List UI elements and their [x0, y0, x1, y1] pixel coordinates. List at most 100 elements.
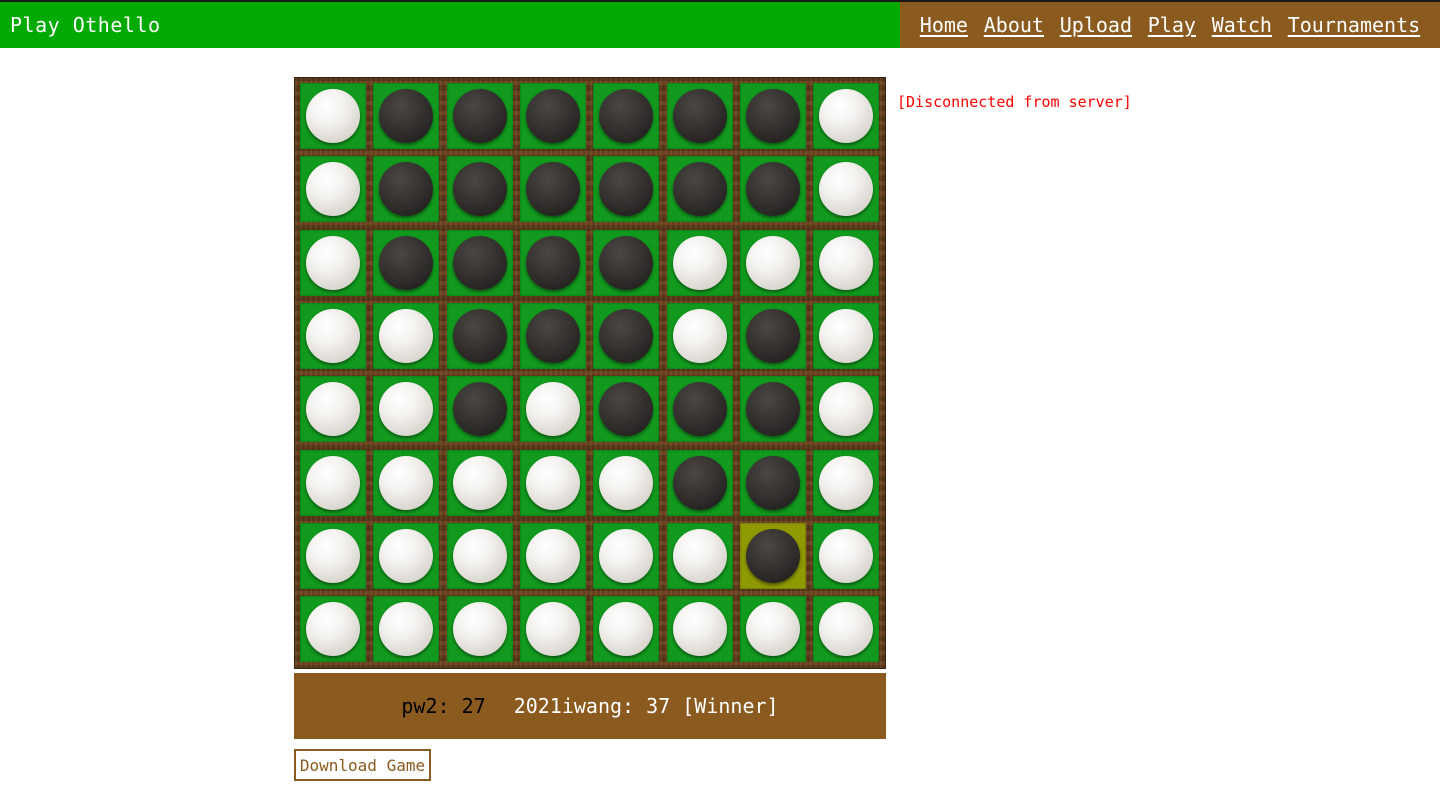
board-cell[interactable] — [446, 229, 513, 296]
board-cell[interactable] — [300, 522, 366, 589]
white-disc — [306, 602, 360, 657]
board-cell[interactable] — [373, 302, 440, 369]
board-cell[interactable] — [593, 449, 660, 516]
board-cell[interactable] — [813, 596, 880, 663]
download-game-button[interactable]: Download Game — [294, 749, 431, 781]
board-cell[interactable] — [446, 156, 513, 223]
nav-link-play[interactable]: Play — [1148, 13, 1196, 37]
board-cell[interactable] — [519, 449, 586, 516]
score-bar: pw2: 27 2021iwang: 37 [Winner] — [294, 673, 886, 739]
board-cell[interactable] — [813, 449, 880, 516]
board-cell[interactable] — [519, 376, 586, 443]
board-cell[interactable] — [300, 449, 366, 516]
board-cell[interactable] — [373, 83, 440, 149]
nav-link-upload[interactable]: Upload — [1060, 13, 1132, 37]
site-title[interactable]: Play Othello — [10, 13, 161, 37]
board-cell[interactable] — [446, 449, 513, 516]
board-cell[interactable] — [739, 156, 806, 223]
board-cell[interactable] — [813, 229, 880, 296]
black-disc — [599, 235, 654, 290]
board-cell[interactable] — [813, 83, 880, 149]
board-cell[interactable] — [373, 596, 440, 663]
board-cell[interactable] — [300, 376, 366, 443]
board-cell[interactable] — [593, 229, 660, 296]
connection-status: [Disconnected from server] — [897, 93, 1132, 111]
board-cell[interactable] — [519, 596, 586, 663]
black-disc — [745, 528, 800, 583]
board-cell[interactable] — [519, 156, 586, 223]
white-disc — [306, 162, 360, 217]
black-disc — [452, 89, 507, 143]
board-cell[interactable] — [446, 376, 513, 443]
black-disc — [745, 308, 800, 363]
board-cell[interactable] — [593, 376, 660, 443]
board-cell[interactable] — [373, 376, 440, 443]
white-disc — [819, 308, 874, 363]
board-cell[interactable] — [666, 156, 733, 223]
board-cell[interactable] — [300, 596, 366, 663]
board-cell[interactable] — [446, 302, 513, 369]
black-disc — [745, 382, 800, 437]
board-cell[interactable] — [666, 449, 733, 516]
board-cell[interactable] — [666, 596, 733, 663]
board-cell[interactable] — [813, 376, 880, 443]
board-cell[interactable] — [739, 449, 806, 516]
board-cell[interactable] — [300, 156, 366, 223]
white-disc — [379, 308, 434, 363]
white-disc — [306, 89, 360, 143]
board-cell[interactable] — [519, 522, 586, 589]
board-cell[interactable] — [446, 522, 513, 589]
board-cell[interactable] — [446, 596, 513, 663]
board-cell[interactable] — [373, 522, 440, 589]
board-cell[interactable] — [813, 156, 880, 223]
white-disc — [379, 455, 434, 510]
board-cell[interactable] — [373, 156, 440, 223]
board-cell[interactable] — [593, 522, 660, 589]
board-cell[interactable] — [666, 522, 733, 589]
board-cell[interactable] — [519, 83, 586, 149]
board-cell[interactable] — [593, 302, 660, 369]
board-cell[interactable] — [666, 302, 733, 369]
board-cell[interactable] — [373, 229, 440, 296]
board-cell[interactable] — [739, 229, 806, 296]
white-disc — [745, 602, 800, 657]
board-cell[interactable] — [739, 522, 806, 589]
white-disc — [745, 235, 800, 290]
board-cell[interactable] — [519, 302, 586, 369]
white-disc — [379, 528, 434, 583]
board-cell[interactable] — [739, 596, 806, 663]
board-cell[interactable] — [813, 522, 880, 589]
white-disc — [452, 455, 507, 510]
black-disc — [379, 162, 434, 217]
board-cell[interactable] — [666, 376, 733, 443]
black-disc — [452, 235, 507, 290]
black-disc — [745, 162, 800, 217]
board-cell[interactable] — [739, 83, 806, 149]
board-cell[interactable] — [739, 376, 806, 443]
nav-link-home[interactable]: Home — [920, 13, 968, 37]
board-cell[interactable] — [300, 229, 366, 296]
board-cell[interactable] — [593, 156, 660, 223]
nav-link-about[interactable]: About — [984, 13, 1044, 37]
nav-link-watch[interactable]: Watch — [1212, 13, 1272, 37]
board-cell[interactable] — [666, 83, 733, 149]
board-cell[interactable] — [739, 302, 806, 369]
board-cell[interactable] — [593, 596, 660, 663]
black-disc — [452, 162, 507, 217]
board-cell[interactable] — [666, 229, 733, 296]
board-cell[interactable] — [813, 302, 880, 369]
board-cell[interactable] — [300, 83, 366, 149]
white-disc — [306, 308, 360, 363]
board-cell[interactable] — [519, 229, 586, 296]
white-disc — [599, 602, 654, 657]
white-disc — [672, 235, 727, 290]
board-cell[interactable] — [593, 83, 660, 149]
black-disc — [599, 382, 654, 437]
board-cell[interactable] — [373, 449, 440, 516]
white-disc — [452, 528, 507, 583]
board-cell[interactable] — [300, 302, 366, 369]
black-disc — [745, 89, 800, 143]
board-cell[interactable] — [446, 83, 513, 149]
othello-board — [294, 77, 886, 669]
nav-link-tournaments[interactable]: Tournaments — [1288, 13, 1420, 37]
